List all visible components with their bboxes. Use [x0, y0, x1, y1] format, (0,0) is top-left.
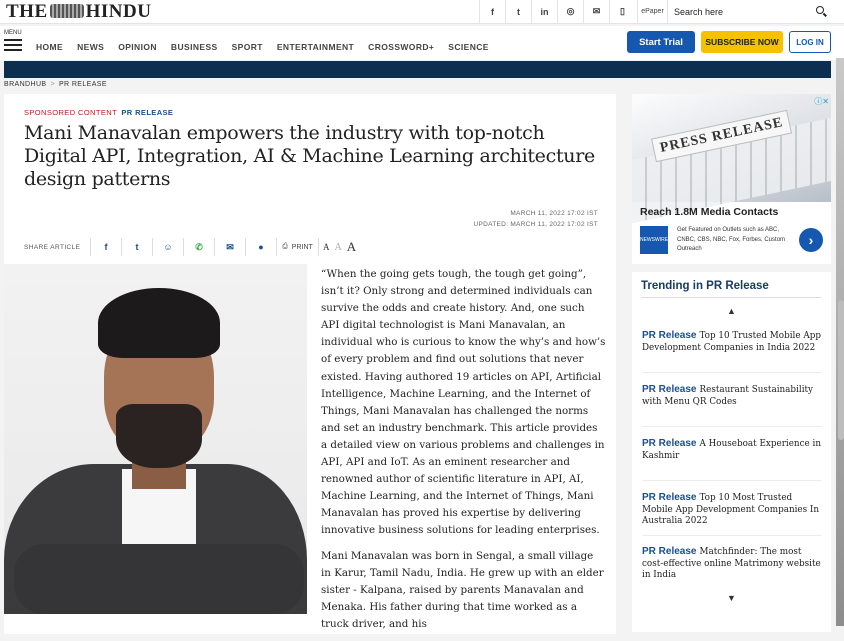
hamburger-line — [4, 49, 22, 51]
scrollbar-thumb[interactable] — [838, 300, 844, 440]
login-button[interactable]: LOG IN — [789, 31, 831, 53]
share-twitter-icon[interactable]: t — [121, 238, 152, 256]
mobile-icon[interactable]: ▯ — [609, 0, 635, 23]
section-label[interactable]: PR RELEASE — [121, 108, 173, 117]
trending-item[interactable]: PR Release Restaurant Sustainability with… — [642, 384, 822, 408]
site-logo[interactable]: THE HINDU — [6, 1, 151, 23]
ad-body: Get Featured on Outlets such as ABC, CNB… — [677, 227, 786, 252]
trending-item[interactable]: PR Release Top 10 Most Trusted Mobile App… — [642, 492, 822, 528]
menu-button[interactable]: MENU — [4, 30, 24, 51]
menu-label: MENU — [4, 30, 22, 36]
nav-item-science[interactable]: SCIENCE — [448, 42, 489, 52]
search-icon[interactable] — [816, 6, 824, 14]
print-button[interactable]: ⎙ PRINT — [276, 238, 318, 256]
breadcrumb: BRANDHUB > PR RELEASE — [4, 81, 107, 88]
font-small-button[interactable]: A — [323, 242, 330, 252]
trending-title: Trending in PR Release — [641, 280, 769, 292]
section-bar — [4, 61, 831, 78]
nav-links: HOME NEWS OPINION BUSINESS SPORT ENTERTA… — [36, 42, 503, 52]
article-paragraph: Mani Manavalan was born in Sengal, a sma… — [321, 549, 604, 630]
nav-item-entertainment[interactable]: ENTERTAINMENT — [277, 42, 354, 52]
font-size-controls: A A A — [318, 238, 361, 256]
article-body: “When the going gets tough, the tough ge… — [321, 266, 606, 641]
ad-details: NEWSWIRE Get Featured on Outlets such as… — [640, 226, 790, 254]
photo-hair — [98, 288, 220, 358]
nav-item-crossword[interactable]: CROSSWORD+ — [368, 42, 434, 52]
trending-panel: Trending in PR Release ▲ PR Release Top 1… — [632, 272, 831, 632]
share-email-icon[interactable]: ✉ — [214, 238, 245, 256]
photo-beard — [116, 404, 202, 468]
share-label: SHARE ARTICLE — [24, 243, 81, 251]
print-label: PRINT — [291, 243, 313, 251]
breadcrumb-brandhub[interactable]: BRANDHUB — [4, 81, 46, 88]
start-trial-button[interactable]: Start Trial — [627, 31, 695, 53]
press-release-ad[interactable]: PRESS RELEASE ⓘ✕ Reach 1.8M Media Contac… — [632, 94, 831, 264]
ad-thumbnail: NEWSWIRE — [640, 226, 668, 254]
trending-separator — [642, 426, 822, 427]
main-nav: MENU HOME NEWS OPINION BUSINESS SPORT EN… — [0, 26, 844, 60]
nav-item-opinion[interactable]: OPINION — [118, 42, 157, 52]
trending-item[interactable]: PR Release A Houseboat Experience in Kash… — [642, 438, 822, 462]
trending-item-tag: PR Release — [642, 330, 697, 341]
ad-go-button[interactable]: › — [799, 228, 823, 252]
trending-item-tag: PR Release — [642, 438, 697, 449]
font-large-button[interactable]: A — [347, 239, 356, 255]
trending-separator — [642, 372, 822, 373]
article-headline: Mani Manavalan empowers the industry wit… — [24, 122, 595, 190]
search-box — [667, 0, 832, 23]
breadcrumb-separator: > — [50, 81, 55, 88]
share-comment-icon[interactable]: ● — [245, 238, 276, 256]
search-input[interactable] — [668, 0, 808, 23]
nav-item-home[interactable]: HOME — [36, 42, 63, 52]
twitter-icon[interactable]: t — [505, 0, 531, 23]
article-photo — [4, 264, 307, 614]
linkedin-icon[interactable]: in — [531, 0, 557, 23]
facebook-icon[interactable]: f — [479, 0, 505, 23]
share-bar: SHARE ARTICLE f t ☺ ✆ ✉ ● ⎙ PRINT A A A — [24, 238, 361, 256]
epaper-link[interactable]: ePaper — [637, 0, 667, 23]
nav-item-news[interactable]: NEWS — [77, 42, 104, 52]
hamburger-line — [4, 44, 22, 46]
subscribe-button[interactable]: SUBSCRIBE NOW — [701, 31, 783, 53]
scroll-up-icon[interactable]: ▲ — [727, 306, 736, 316]
mail-icon[interactable]: ✉ — [583, 0, 609, 23]
ad-choices-icon[interactable]: ⓘ✕ — [814, 96, 829, 107]
share-whatsapp-icon[interactable]: ✆ — [183, 238, 214, 256]
share-reddit-icon[interactable]: ☺ — [152, 238, 183, 256]
trending-item[interactable]: PR Release Top 10 Trusted Mobile App Deve… — [642, 330, 822, 354]
nav-item-business[interactable]: BUSINESS — [171, 42, 218, 52]
trending-item-tag: PR Release — [642, 384, 697, 395]
article-kicker: SPONSORED CONTENT PR RELEASE — [24, 108, 173, 117]
trending-divider — [641, 297, 821, 298]
sponsored-label: SPONSORED CONTENT — [24, 108, 117, 117]
trending-item-tag: PR Release — [642, 492, 697, 503]
font-medium-button[interactable]: A — [335, 242, 342, 253]
print-icon: ⎙ — [282, 243, 288, 250]
trending-item-tag: PR Release — [642, 546, 697, 557]
breadcrumb-pr-release[interactable]: PR RELEASE — [59, 81, 107, 88]
nav-item-sport[interactable]: SPORT — [232, 42, 263, 52]
photo-crossed-arms — [14, 544, 304, 614]
scroll-down-icon[interactable]: ▼ — [727, 593, 736, 603]
trending-separator — [642, 480, 822, 481]
article-dates: MARCH 11, 2022 17:02 IST UPDATED: MARCH … — [473, 208, 598, 230]
social-links: f t in ◎ ✉ ▯ — [479, 0, 635, 23]
ad-headline: Reach 1.8M Media Contacts — [640, 206, 779, 218]
article-card: SPONSORED CONTENT PR RELEASE Mani Manava… — [4, 94, 616, 634]
share-facebook-icon[interactable]: f — [90, 238, 121, 256]
hamburger-icon — [4, 39, 22, 41]
published-date: MARCH 11, 2022 17:02 IST — [510, 210, 598, 217]
updated-date: UPDATED: MARCH 11, 2022 17:02 IST — [473, 221, 598, 228]
trending-item[interactable]: PR Release Matchfinder: The most cost-eff… — [642, 546, 822, 582]
logo-seal-icon — [49, 4, 84, 18]
article-paragraph: “When the going gets tough, the tough ge… — [321, 268, 606, 537]
trending-separator — [642, 535, 822, 536]
top-bar: THE HINDU f t in ◎ ✉ ▯ ePaper — [0, 0, 844, 24]
instagram-icon[interactable]: ◎ — [557, 0, 583, 23]
